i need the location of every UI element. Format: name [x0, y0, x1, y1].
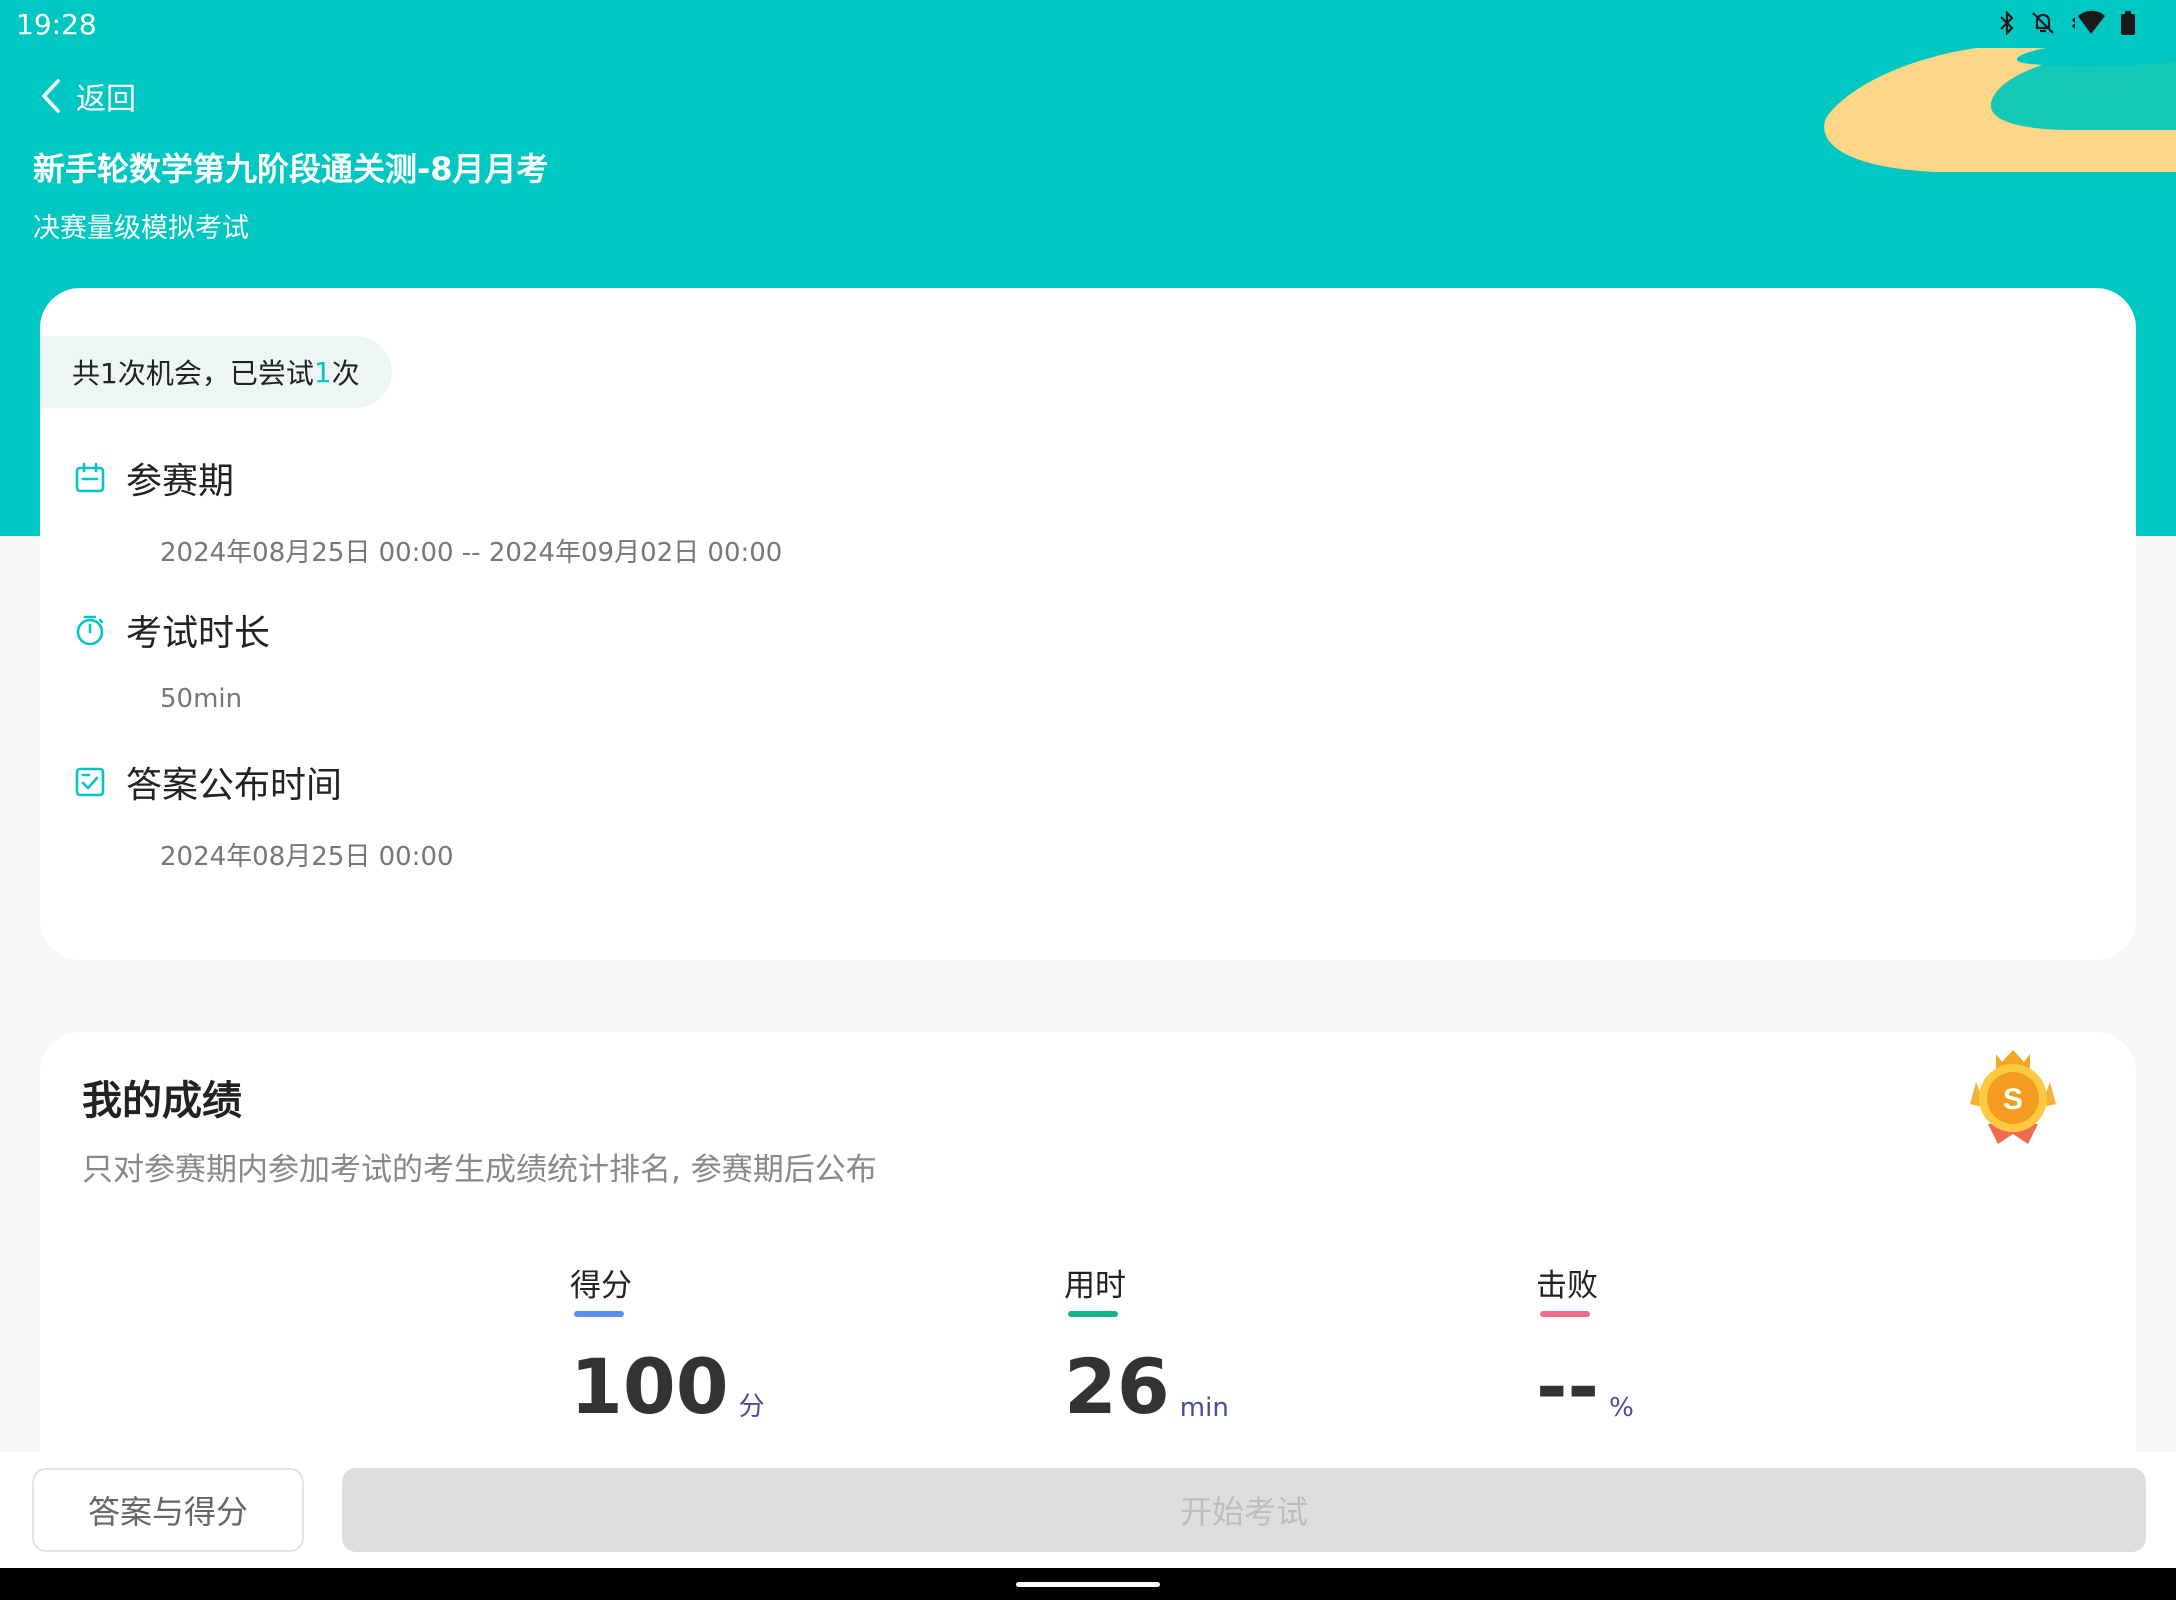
status-time: 19:28	[16, 8, 97, 41]
medal-letter: S	[2003, 1083, 2023, 1116]
stat-beat-underline	[1540, 1311, 1590, 1317]
stat-score-label: 得分	[570, 1268, 632, 1304]
info-value-answer-release: 2024年08月25日 00:00	[160, 842, 454, 872]
score-description: 只对参赛期内参加考试的考生成绩统计排名, 参赛期后公布	[82, 1152, 877, 1188]
attempts-prefix: 共1次机会，已尝试	[72, 357, 314, 390]
stopwatch-icon	[76, 615, 104, 646]
chevron-left-icon	[42, 79, 60, 113]
stat-beat-unit: %	[1609, 1393, 1634, 1423]
stat-beat-value: --	[1536, 1342, 1600, 1431]
wifi-icon	[2072, 10, 2105, 34]
notifications-off-icon	[2032, 12, 2054, 34]
info-title-duration: 考试时长	[126, 613, 271, 654]
medal-icon: S	[1970, 1050, 2056, 1144]
info-row-answer-release: 答案公布时间 2024年08月25日 00:00	[74, 756, 454, 873]
app-screen: 19:28 返回 新手轮数学第九阶段通关测-8月月考 决赛量级模拟考试 共1次机…	[0, 0, 2176, 1600]
back-button[interactable]: 返回	[40, 74, 136, 118]
exam-info-card: 共1次机会，已尝试 1 次 参赛期 2024年08月25日 00:00 -- 202…	[40, 288, 2136, 960]
info-row-period: 参赛期 2024年08月25日 00:00 -- 2024年09月02日 00:…	[74, 452, 782, 569]
start-exam-button[interactable]: 开始考试	[342, 1468, 2146, 1552]
stat-time-underline	[1068, 1311, 1118, 1317]
stat-beat-label: 击败	[1536, 1268, 1598, 1304]
stat-beat: 击败 -- %	[1536, 1260, 1634, 1425]
page-subtitle: 决赛量级模拟考试	[33, 213, 249, 244]
answers-and-score-button[interactable]: 答案与得分	[32, 1468, 304, 1552]
page-title: 新手轮数学第九阶段通关测-8月月考	[33, 150, 549, 188]
stat-time-unit: min	[1179, 1393, 1229, 1423]
stat-score-underline	[574, 1311, 624, 1317]
status-icons	[1998, 10, 2136, 36]
info-value-duration: 50min	[160, 684, 243, 714]
attempts-suffix: 次	[331, 357, 360, 390]
stat-score: 得分 100 分	[570, 1260, 765, 1425]
info-row-duration: 考试时长 50min	[74, 604, 270, 714]
info-title-answer-release: 答案公布时间	[126, 765, 343, 806]
header-decoration	[1824, 48, 2176, 172]
stat-score-unit: 分	[738, 1392, 765, 1422]
stat-score-value: 100	[570, 1342, 729, 1431]
system-navigation-bar	[0, 1568, 2176, 1600]
score-title: 我的成绩	[82, 1078, 242, 1124]
attempts-count: 1	[313, 355, 332, 389]
calendar-icon	[75, 462, 105, 493]
bluetooth-icon	[2000, 10, 2014, 36]
home-gesture-handle[interactable]	[1016, 1582, 1160, 1587]
back-label: 返回	[76, 82, 136, 117]
info-value-period: 2024年08月25日 00:00 -- 2024年09月02日 00:00	[160, 538, 783, 568]
info-title-period: 参赛期	[126, 461, 235, 502]
attempts-badge: 共1次机会，已尝试 1 次	[40, 336, 392, 408]
battery-icon	[2121, 11, 2135, 35]
bottom-action-bar: 答案与得分 开始考试	[0, 1452, 2176, 1568]
stat-time: 用时 26 min	[1064, 1260, 1229, 1425]
checklist-icon	[75, 767, 105, 797]
stat-time-label: 用时	[1064, 1268, 1126, 1304]
stat-time-value: 26	[1064, 1342, 1170, 1431]
